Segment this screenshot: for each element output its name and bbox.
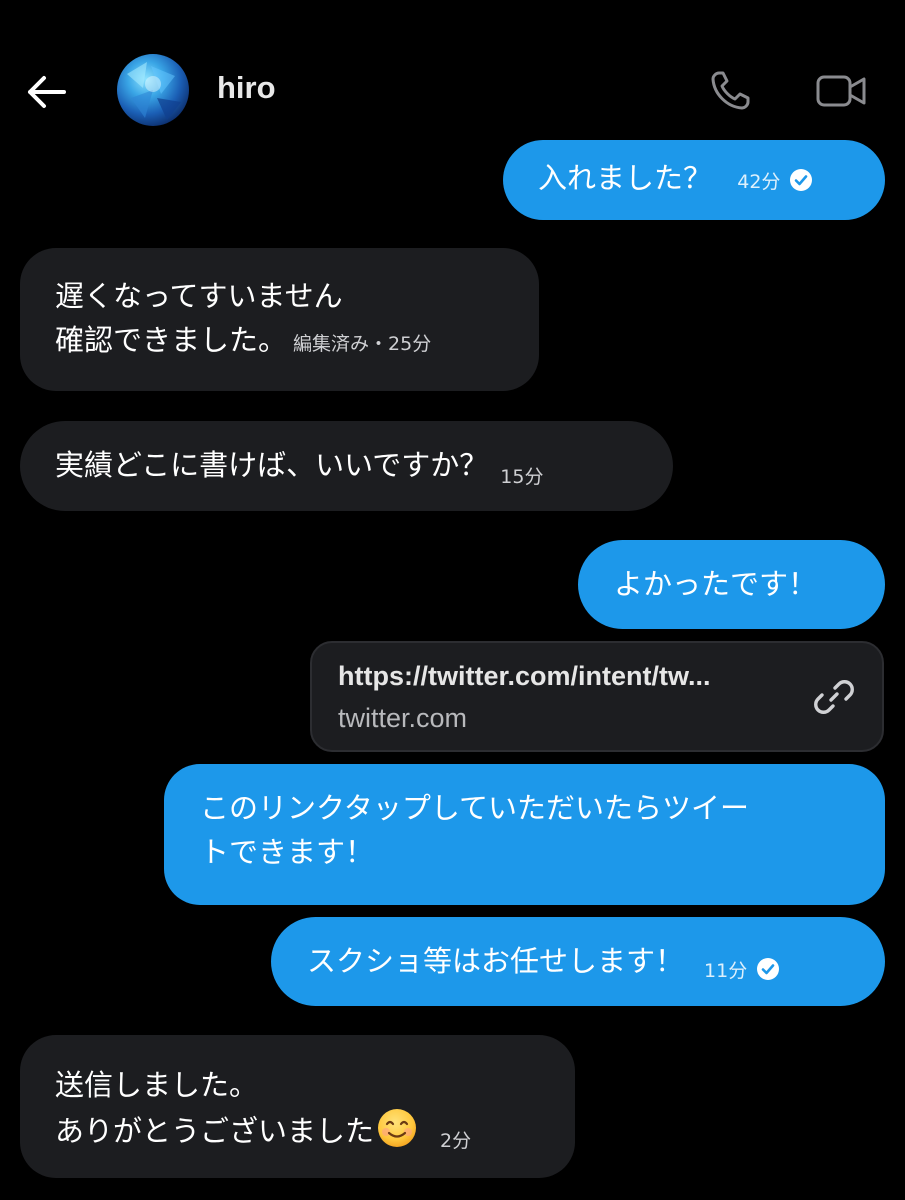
message-bubble-outgoing[interactable]: スクショ等はお任せします！ 11分	[271, 917, 885, 1006]
message-time: 11分	[704, 960, 748, 982]
phone-icon	[711, 71, 750, 110]
message-text-line: 遅くなってすいません	[55, 279, 343, 313]
message-text: 入れました？	[538, 161, 713, 195]
message-bubble-outgoing[interactable]: 入れました？ 42分	[503, 140, 885, 220]
smiling-face-emoji	[378, 1109, 417, 1147]
message-time: 15分	[500, 466, 544, 488]
voice-call-button[interactable]	[703, 64, 757, 118]
contact-name[interactable]: hiro	[217, 70, 276, 106]
message-time: 42分	[737, 171, 781, 193]
message-text: よかったです！	[614, 567, 818, 601]
message-time: 2分	[440, 1130, 472, 1152]
message-bubble-incoming[interactable]: 実績どこに書けば、いいですか？ 15分	[20, 421, 673, 511]
message-bubble-incoming[interactable]: 遅くなってすいません 確認できました。 編集済み・25分	[20, 248, 539, 391]
video-call-button[interactable]	[813, 64, 869, 118]
check-circle-icon	[757, 958, 780, 980]
check-circle-icon	[790, 169, 813, 191]
back-button[interactable]	[20, 66, 72, 118]
message-bubble-outgoing[interactable]: このリンクタップしていただいたらツイー トできます！	[164, 764, 885, 905]
message-bubble-outgoing[interactable]: よかったです！	[578, 540, 885, 629]
link-domain: twitter.com	[338, 703, 468, 733]
message-text: スクショ等はお任せします！	[307, 944, 685, 978]
message-text-line: ありがとうございました	[55, 1114, 375, 1148]
link-preview-card[interactable]: https://twitter.com/intent/tw... twitter…	[310, 641, 884, 752]
link-url: https://twitter.com/intent/tw...	[338, 661, 711, 691]
avatar[interactable]	[117, 54, 189, 126]
link-icon	[814, 680, 854, 714]
message-text-line: 送信しました。	[55, 1068, 259, 1102]
message-text-line: トできます！	[200, 835, 375, 869]
video-camera-icon	[816, 75, 866, 107]
message-text: 実績どこに書けば、いいですか？	[55, 448, 489, 482]
message-bubble-incoming[interactable]: 送信しました。 ありがとうございました 2分	[20, 1035, 575, 1178]
message-text-line: このリンクタップしていただいたらツイー	[200, 791, 749, 825]
message-meta: 編集済み・25分	[293, 333, 432, 355]
message-text-line: 確認できました。	[55, 323, 288, 357]
arrow-left-icon	[28, 76, 66, 108]
